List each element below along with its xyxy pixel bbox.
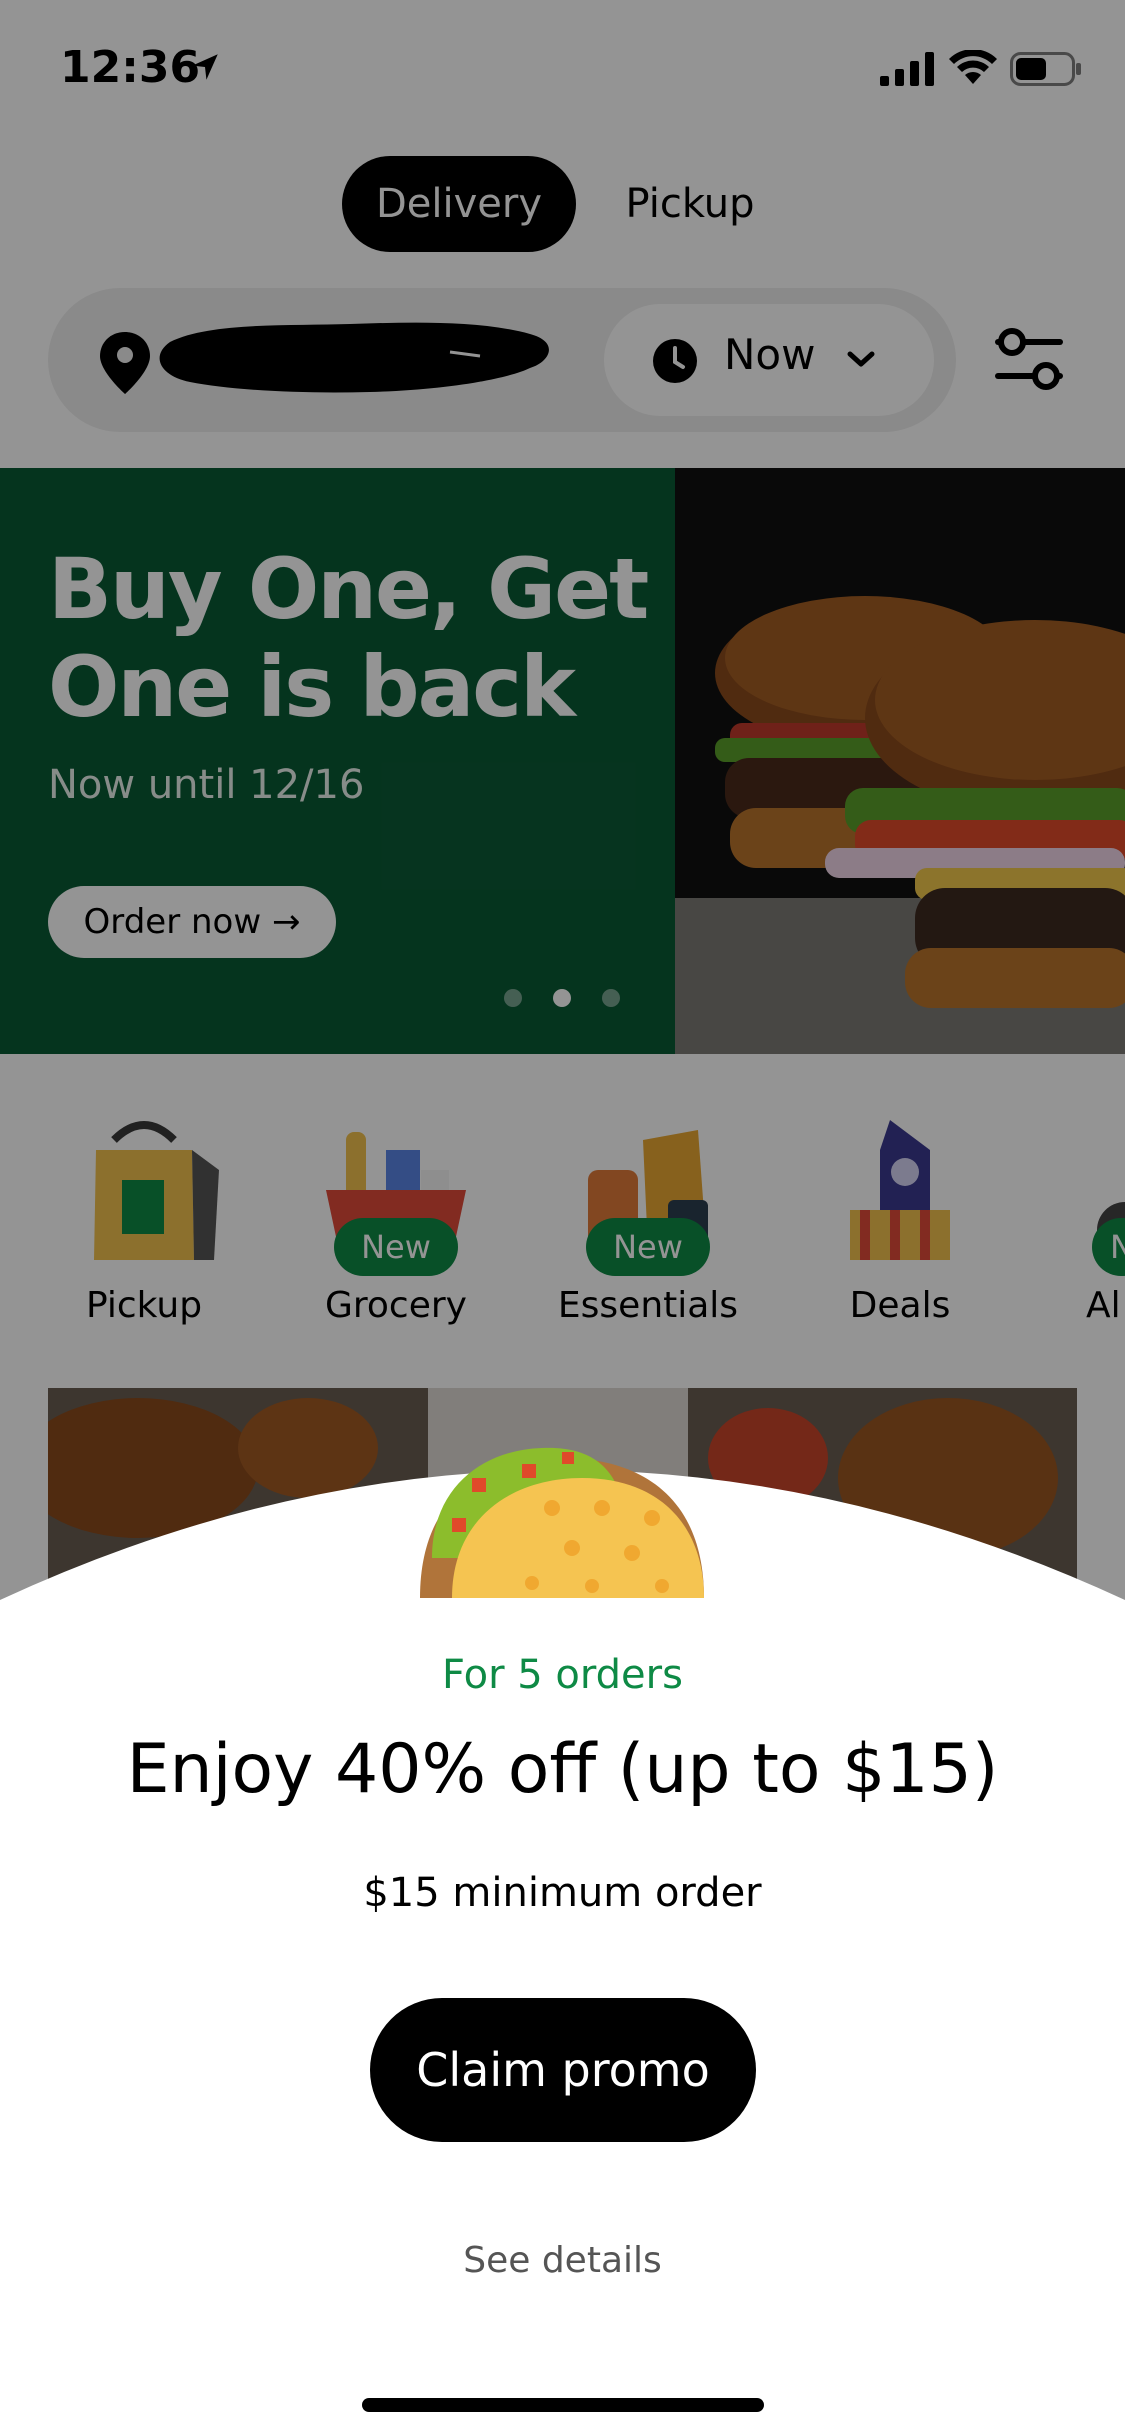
claim-promo-button[interactable]: Claim promo [370, 1998, 756, 2142]
home-indicator[interactable] [362, 2398, 764, 2412]
promo-sheet [0, 1470, 1125, 2436]
see-details-link[interactable]: See details [0, 2240, 1125, 2281]
promo-order-count: For 5 orders [442, 1652, 683, 1698]
taco-icon [420, 1447, 704, 1598]
promo-title: Enjoy 40% off (up to $15) [126, 1730, 999, 1809]
promo-minimum: $15 minimum order [363, 1870, 762, 1916]
